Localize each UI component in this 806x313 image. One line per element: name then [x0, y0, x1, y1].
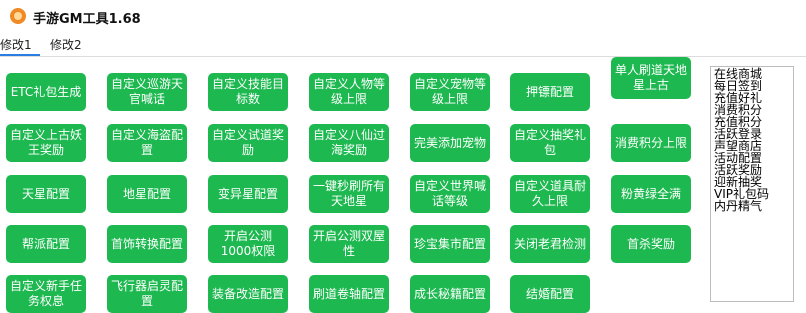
custom-pet-level-cap-button[interactable]: 自定义宠物等级上限 — [410, 73, 490, 111]
marriage-config-button[interactable]: 结婚配置 — [510, 275, 590, 313]
custom-patrol-shout-button[interactable]: 自定义巡游天官喊话 — [107, 73, 187, 111]
spend-points-cap-button[interactable]: 消费积分上限 — [611, 124, 691, 162]
growth-guide-config-button[interactable]: 成长秘籍配置 — [410, 275, 490, 313]
custom-ancient-demon-reward-button[interactable]: 自定义上古妖王奖励 — [6, 124, 86, 162]
add-pet-button[interactable]: 完美添加宠物 — [410, 124, 490, 162]
custom-trial-reward-button[interactable]: 自定义试道奖励 — [208, 124, 288, 162]
aircraft-awaken-config-button[interactable]: 飞行器启灵配置 — [107, 275, 187, 313]
custom-pirate-config-button[interactable]: 自定义海盗配置 — [107, 124, 187, 162]
window-title: 手游GM工具1.68 — [33, 12, 141, 27]
tab-modify-1[interactable]: 修改1 — [0, 36, 40, 56]
instant-clear-stars-button[interactable]: 一键秒刷所有天地星 — [309, 175, 389, 213]
treasure-market-config-button[interactable]: 珍宝集市配置 — [410, 225, 490, 263]
scroll-config-button[interactable]: 刷道卷轴配置 — [309, 275, 389, 313]
custom-skill-targets-button[interactable]: 自定义技能目标数 — [208, 73, 288, 111]
tab-modify-2[interactable]: 修改2 — [50, 36, 90, 54]
custom-world-shout-level-button[interactable]: 自定义世界喊话等级 — [410, 175, 490, 213]
equipment-modify-config-button[interactable]: 装备改造配置 — [208, 275, 288, 313]
feature-list[interactable]: 在线商城 每日签到 充值好礼 消费积分 充值积分 活跃登录 声望商店 活动配置 … — [710, 66, 794, 302]
app-logo-icon — [10, 8, 26, 24]
custom-lottery-pack-button[interactable]: 自定义抽奖礼包 — [510, 124, 590, 162]
open-beta-1000-permission-button[interactable]: 开启公测1000权限 — [208, 225, 288, 263]
title-bar: 手游GM工具1.68 — [0, 0, 806, 34]
custom-character-level-cap-button[interactable]: 自定义人物等级上限 — [309, 73, 389, 111]
disable-laojun-check-button[interactable]: 关闭老君检测 — [510, 225, 590, 263]
list-item[interactable]: 内丹精气 — [714, 200, 790, 212]
earth-star-config-button[interactable]: 地星配置 — [107, 175, 187, 213]
escort-config-button[interactable]: 押镖配置 — [510, 73, 590, 111]
custom-newbie-task-button[interactable]: 自定义新手任务权息 — [6, 275, 86, 313]
custom-eight-immortals-reward-button[interactable]: 自定义八仙过海奖励 — [309, 124, 389, 162]
first-kill-reward-button[interactable]: 首杀奖励 — [611, 225, 691, 263]
open-beta-double-button[interactable]: 开启公测双屋性 — [309, 225, 389, 263]
fill-all-colors-button[interactable]: 粉黄绿全满 — [611, 175, 691, 213]
guild-config-button[interactable]: 帮派配置 — [6, 225, 86, 263]
solo-star-ancient-button[interactable]: 单人刷道天地星上古 — [611, 57, 691, 99]
jewelry-convert-config-button[interactable]: 首饰转换配置 — [107, 225, 187, 263]
etc-gift-generate-button[interactable]: ETC礼包生成 — [6, 73, 86, 111]
mutant-star-config-button[interactable]: 变异星配置 — [208, 175, 288, 213]
heaven-star-config-button[interactable]: 天星配置 — [6, 175, 86, 213]
custom-item-durability-cap-button[interactable]: 自定义道具耐久上限 — [510, 175, 590, 213]
